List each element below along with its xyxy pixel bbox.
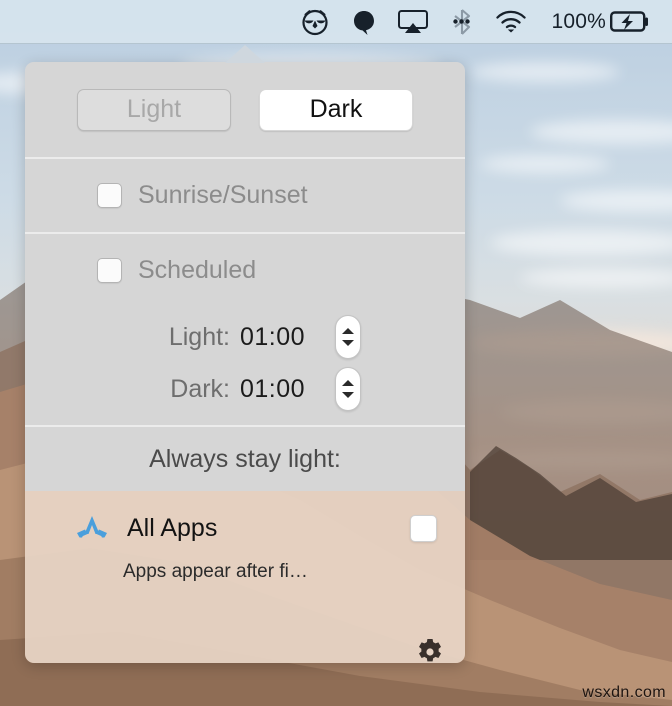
chevron-down-icon[interactable]	[342, 392, 355, 398]
sunrise-sunset-checkbox[interactable]	[97, 183, 122, 208]
airplay-icon	[398, 9, 429, 33]
app-list-item-checkbox[interactable]	[410, 514, 437, 542]
cloud	[520, 268, 672, 288]
menubar-item-droplet[interactable]	[341, 0, 387, 44]
schedule-dark-stepper[interactable]	[335, 367, 362, 411]
popover-pointer	[225, 45, 265, 63]
menubar-battery[interactable]: 100%	[537, 0, 660, 44]
dark-mode-button[interactable]: Dark	[259, 88, 413, 131]
light-mode-button[interactable]: Light	[77, 88, 231, 131]
scheduled-checkbox[interactable]	[97, 258, 122, 283]
schedule-dark-time[interactable]: 01:00	[240, 375, 305, 404]
chevron-down-icon[interactable]	[342, 340, 355, 346]
menubar: 100%	[0, 0, 672, 44]
app-list-item-label: All Apps	[127, 513, 218, 542]
chevron-up-icon[interactable]	[342, 328, 355, 334]
app-list: All Apps Apps appear after fi…	[25, 491, 465, 663]
night-owl-icon	[302, 9, 329, 35]
scheduled-row[interactable]: Scheduled	[25, 234, 465, 307]
cloud	[470, 330, 672, 356]
menubar-item-bluetooth[interactable]	[439, 0, 485, 44]
battery-percent-label: 100%	[551, 9, 606, 33]
chevron-up-icon[interactable]	[342, 380, 355, 386]
cloud	[530, 120, 672, 144]
menubar-item-airplay[interactable]	[387, 0, 439, 44]
mode-toggle-row: Light Dark	[25, 62, 465, 157]
sunrise-sunset-row[interactable]: Sunrise/Sunset	[25, 159, 465, 232]
app-list-item[interactable]: All Apps	[25, 491, 465, 543]
cloud	[560, 190, 672, 212]
schedule-times: Light: 01:00 Dark: 01:00	[25, 307, 465, 425]
gear-icon	[419, 639, 441, 662]
always-stay-light-header: Always stay light:	[25, 427, 465, 491]
cloud	[490, 230, 672, 256]
wifi-icon	[496, 10, 527, 32]
scheduled-section: Scheduled Light: 01:00 Dark: 01:00	[25, 234, 465, 425]
schedule-light-time[interactable]: 01:00	[240, 323, 305, 352]
menubar-item-night-owl[interactable]	[289, 0, 341, 44]
cloud	[465, 450, 672, 470]
watermark: wsxdn.com	[582, 684, 666, 701]
schedule-light-label: Light:	[168, 322, 230, 351]
settings-button[interactable]	[415, 637, 445, 663]
scheduled-label: Scheduled	[138, 256, 257, 284]
cloud	[470, 62, 620, 82]
schedule-light-stepper[interactable]	[335, 315, 362, 359]
cloud	[500, 400, 672, 424]
night-owl-popover: Light Dark Sunrise/Sunset Scheduled Ligh…	[25, 62, 465, 663]
app-list-hint: Apps appear after fi…	[123, 561, 308, 582]
bluetooth-icon	[453, 8, 471, 35]
battery-charging-icon	[610, 10, 648, 32]
cloud	[480, 155, 610, 173]
sunrise-sunset-label: Sunrise/Sunset	[138, 181, 308, 209]
schedule-dark-row: Dark: 01:00	[25, 363, 465, 415]
schedule-light-row: Light: 01:00	[25, 311, 465, 363]
app-store-icon	[77, 516, 107, 538]
menubar-item-wifi[interactable]	[485, 0, 537, 44]
droplet-icon	[354, 10, 375, 35]
schedule-dark-label: Dark:	[170, 374, 230, 403]
desktop-background: 100% Light Dark Sunrise/Sunset Scheduled…	[0, 0, 672, 706]
